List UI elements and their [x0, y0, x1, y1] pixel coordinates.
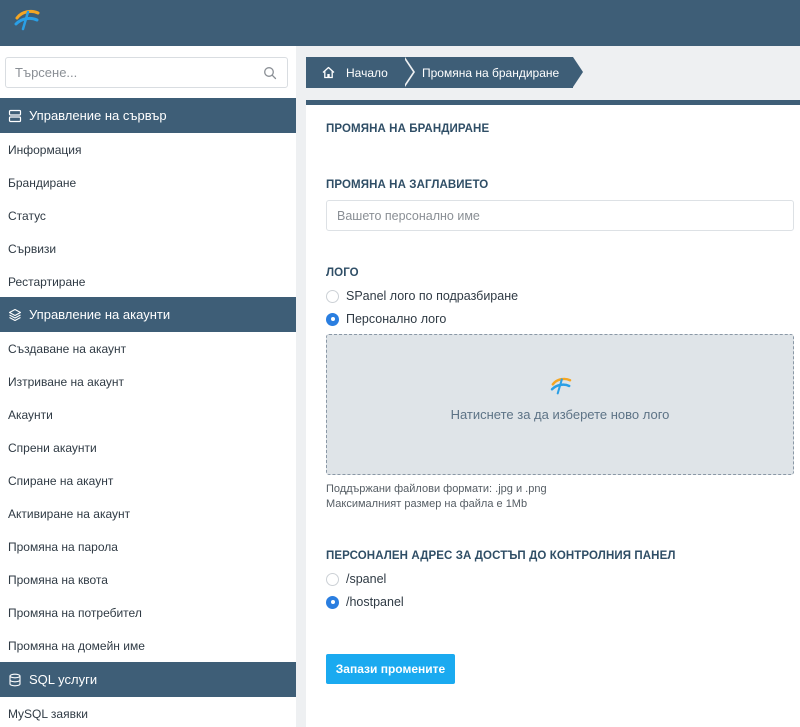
- sidebar-section-title: Управление на сървър: [29, 108, 167, 123]
- logo-section-heading: ЛОГО: [326, 267, 359, 279]
- sidebar-item-mysql-queries[interactable]: MySQL заявки: [8, 706, 88, 722]
- breadcrumb-arrow: [403, 57, 413, 87]
- sidebar-section-accounts[interactable]: Управление на акаунти: [0, 297, 296, 332]
- sidebar-item-create-account[interactable]: Създаване на акаунт: [8, 341, 126, 357]
- radio-default-logo[interactable]: SPanel лого по подразбиране: [326, 288, 518, 304]
- radio-label: Персонално лого: [346, 312, 447, 326]
- sidebar-item-accounts[interactable]: Акаунти: [8, 407, 53, 423]
- breadcrumb: Начало Промяна на брандиране: [306, 57, 583, 88]
- sidebar-item-restart[interactable]: Рестартиране: [8, 274, 85, 290]
- top-bar: [0, 0, 800, 46]
- sidebar-item-change-password[interactable]: Промяна на парола: [8, 539, 118, 555]
- sidebar-item-change-quota[interactable]: Промяна на квота: [8, 572, 108, 588]
- radio-button-checked[interactable]: [326, 312, 339, 326]
- save-changes-button[interactable]: Запази промените: [326, 654, 455, 684]
- radio-button-checked[interactable]: [326, 595, 339, 609]
- sidebar-item-branding[interactable]: Брандиране: [8, 175, 76, 191]
- radio-label: /spanel: [346, 572, 387, 586]
- sidebar-item-delete-account[interactable]: Изтриване на акаунт: [8, 374, 124, 390]
- radio-custom-logo[interactable]: Персонално лого: [326, 311, 446, 327]
- sidebar-item-activate-account[interactable]: Активиране на акаунт: [8, 506, 130, 522]
- sidebar: Управление на сървър Информация Брандира…: [0, 46, 296, 727]
- layers-icon: [8, 308, 22, 321]
- spanel-logo-icon: [550, 377, 572, 395]
- spanel-logo[interactable]: [14, 9, 40, 31]
- database-icon: [9, 673, 21, 686]
- sidebar-item-information[interactable]: Информация: [8, 142, 81, 158]
- sidebar-item-change-domain[interactable]: Промяна на домейн име: [8, 638, 145, 654]
- sidebar-item-services[interactable]: Сървизи: [8, 241, 56, 257]
- sidebar-section-server[interactable]: Управление на сървър: [0, 98, 296, 133]
- radio-button[interactable]: [326, 572, 339, 586]
- search-input[interactable]: [6, 58, 256, 87]
- search-icon[interactable]: [263, 66, 277, 80]
- sidebar-item-suspended-accounts[interactable]: Спрени акаунти: [8, 440, 97, 456]
- radio-url-spanel[interactable]: /spanel: [326, 571, 386, 587]
- logo-dropzone[interactable]: Натиснете за да изберете ново лого: [326, 334, 794, 475]
- breadcrumb-current-label: Промяна на брандиране: [422, 65, 560, 80]
- url-section-heading: ПЕРСОНАЛЕН АДРЕС ЗА ДОСТЪП ДО КОНТРОЛНИЯ…: [326, 550, 676, 562]
- breadcrumb-home[interactable]: Начало: [306, 57, 415, 88]
- sidebar-search: [5, 57, 288, 88]
- breadcrumb-current: Промяна на брандиране: [403, 57, 583, 88]
- formats-note: Поддържани файлови формати: .jpg и .png: [326, 483, 547, 495]
- sidebar-section-title: SQL услуги: [29, 672, 98, 687]
- sidebar-section-title: Управление на акаунти: [29, 307, 171, 322]
- breadcrumb-arrow: [573, 57, 583, 87]
- custom-title-input[interactable]: [326, 200, 794, 231]
- breadcrumb-home-label: Начало: [346, 65, 388, 80]
- main-content: Начало Промяна на брандиране ПРОМЯНА НА …: [306, 46, 800, 727]
- title-section-heading: ПРОМЯНА НА ЗАГЛАВИЕТО: [326, 179, 489, 191]
- size-note: Максималният размер на файла е 1Mb: [326, 498, 528, 510]
- radio-label: /hostpanel: [346, 595, 404, 609]
- sidebar-section-sql[interactable]: SQL услуги: [0, 662, 296, 697]
- branding-panel: ПРОМЯНА НА БРАНДИРАНЕ ПРОМЯНА НА ЗАГЛАВИ…: [306, 100, 800, 727]
- sidebar-item-status[interactable]: Статус: [8, 208, 46, 224]
- radio-url-hostpanel[interactable]: /hostpanel: [326, 594, 404, 610]
- radio-label: SPanel лого по подразбиране: [346, 289, 519, 303]
- server-icon: [8, 109, 22, 122]
- dropzone-text: Натиснете за да изберете ново лого: [450, 407, 670, 422]
- radio-button[interactable]: [326, 289, 339, 303]
- home-icon: [322, 66, 335, 79]
- sidebar-item-suspend-account[interactable]: Спиране на акаунт: [8, 473, 113, 489]
- page-title: ПРОМЯНА НА БРАНДИРАНЕ: [326, 123, 490, 135]
- sidebar-item-change-user[interactable]: Промяна на потребител: [8, 605, 142, 621]
